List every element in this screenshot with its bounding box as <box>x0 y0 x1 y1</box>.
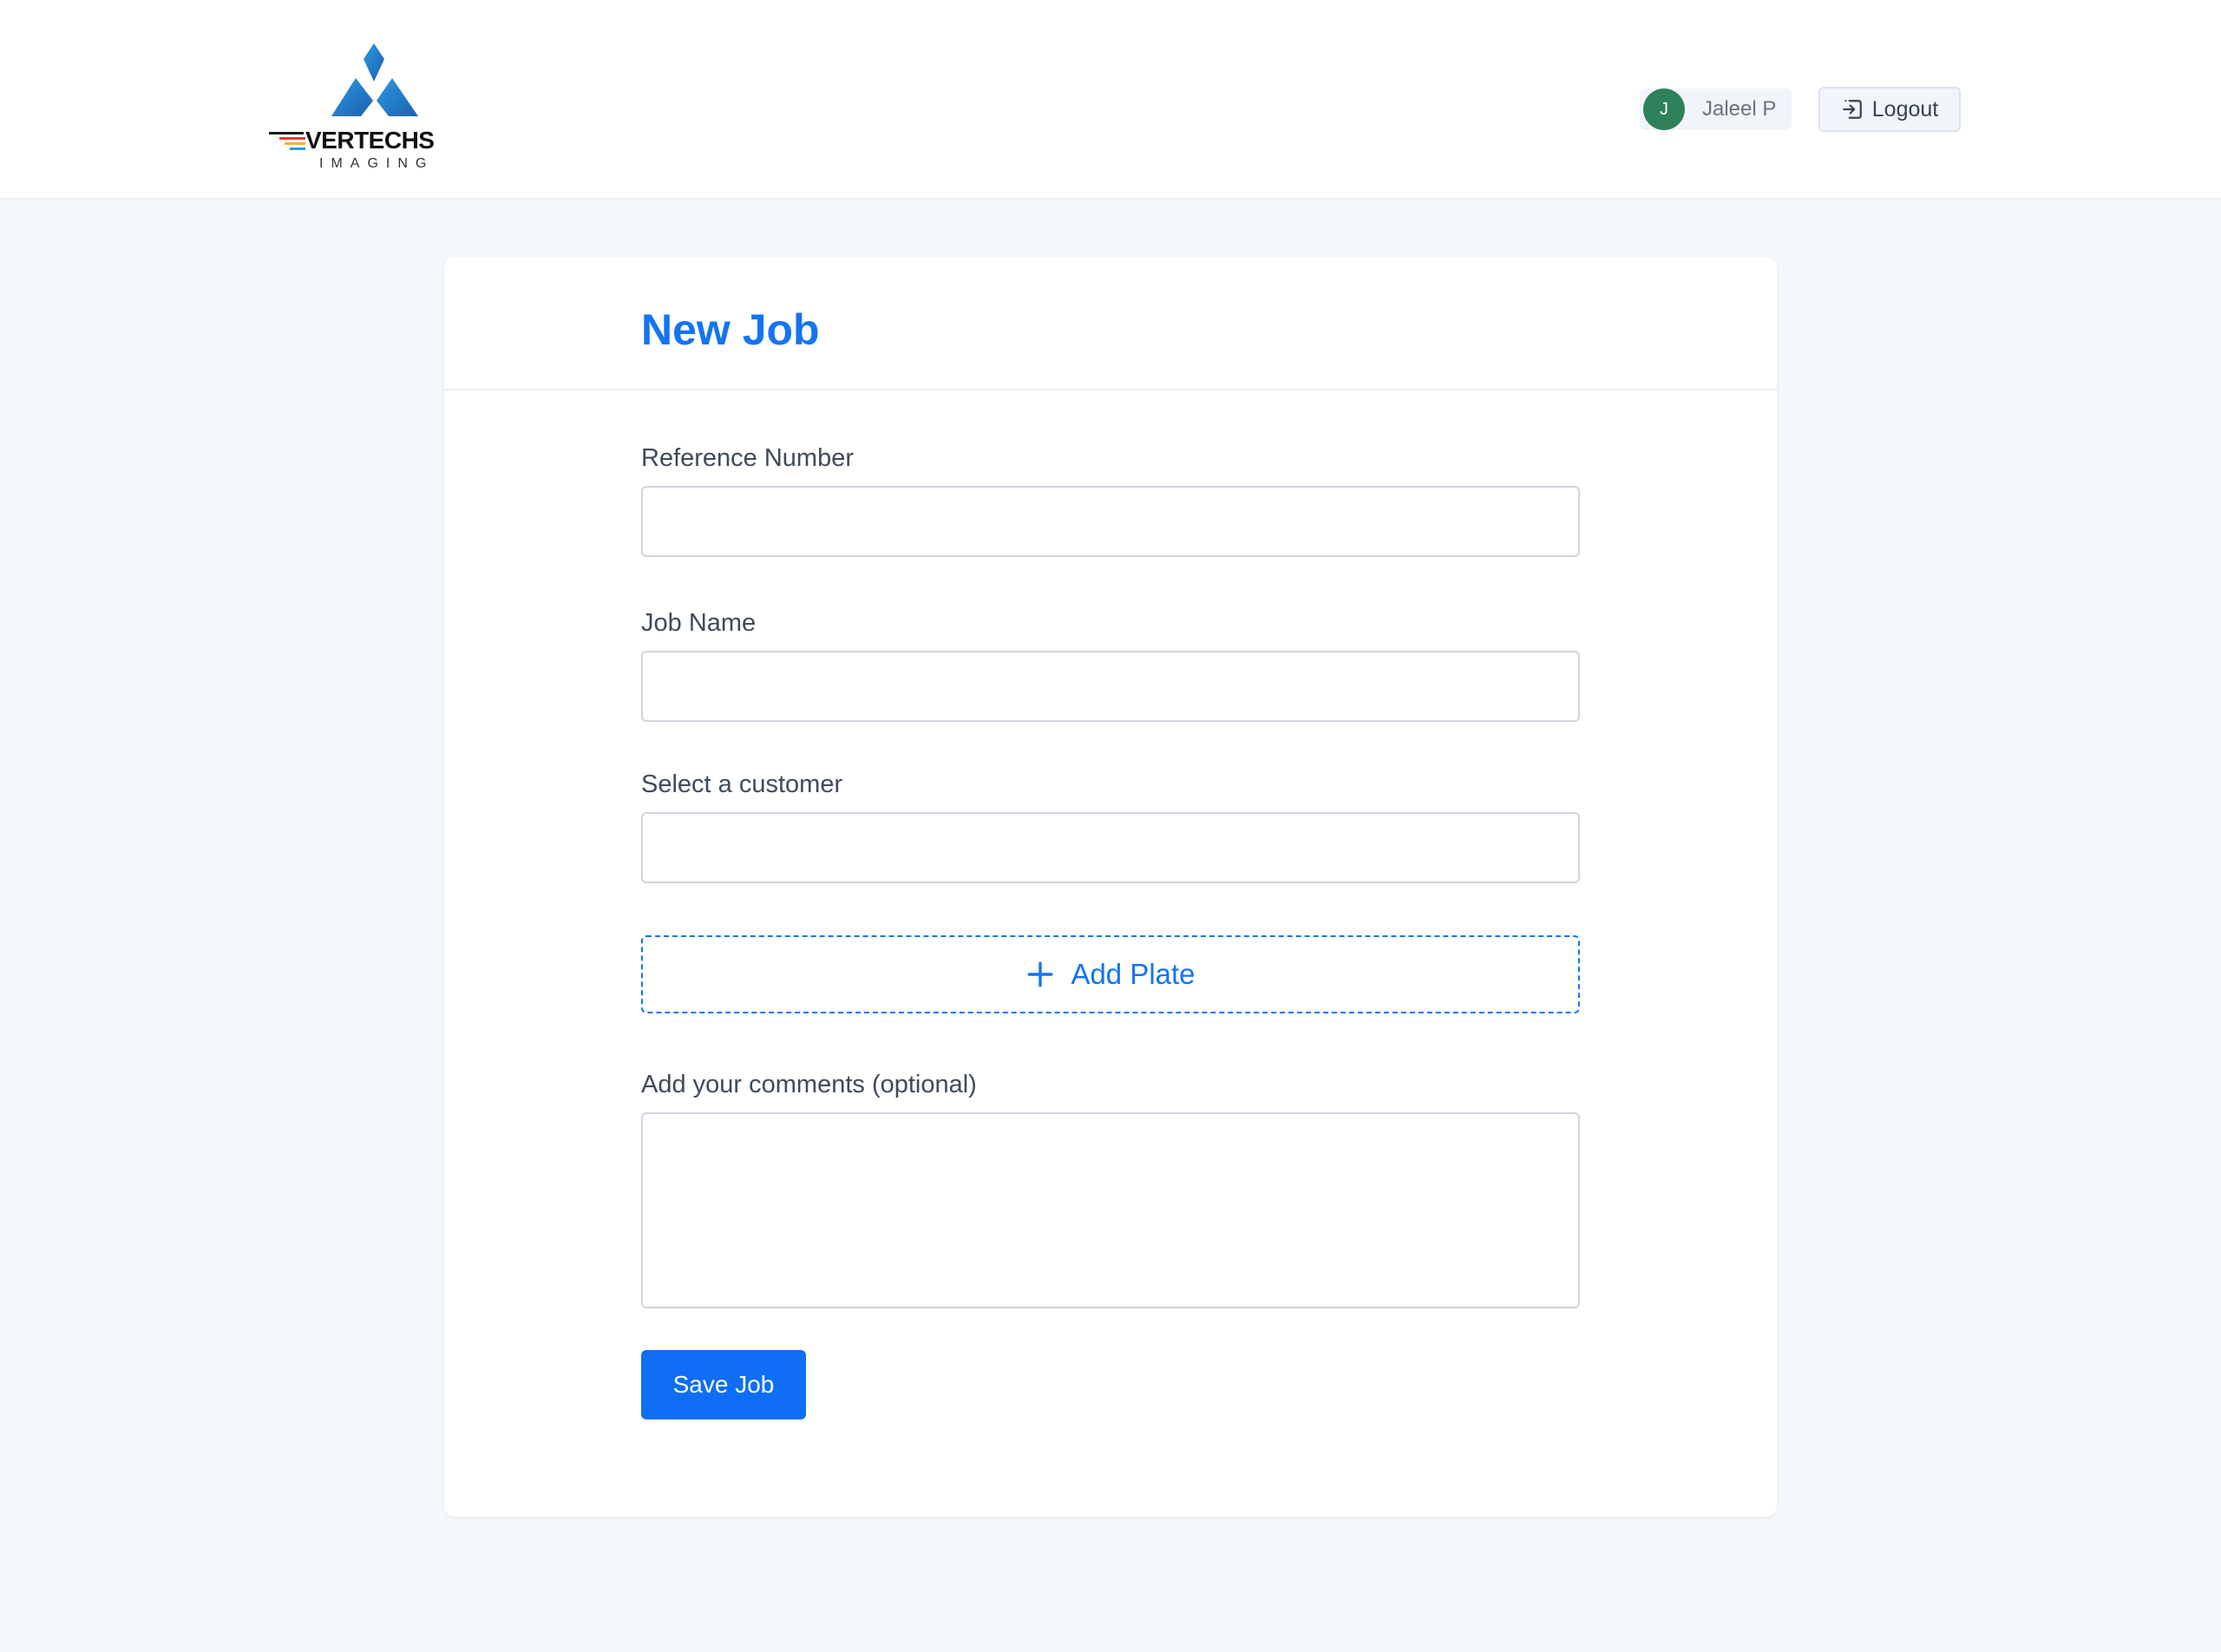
customer-label: Select a customer <box>641 770 843 798</box>
comments-textarea[interactable] <box>641 1112 1580 1308</box>
add-plate-button[interactable]: Add Plate <box>641 935 1580 1013</box>
new-job-card: New Job Reference Number Job Name Select… <box>444 257 1777 1517</box>
job-name-input[interactable] <box>641 651 1580 722</box>
card-header: New Job <box>444 257 1777 390</box>
reference-number-input[interactable] <box>641 486 1580 557</box>
logout-icon <box>1842 100 1862 119</box>
company-logo[interactable]: VERTECHS IMAGING <box>265 40 439 179</box>
avatar: J <box>1643 88 1685 130</box>
logout-label: Logout <box>1871 96 1939 121</box>
page-title: New Job <box>641 305 820 354</box>
comments-label: Add your comments (optional) <box>641 1071 977 1098</box>
logout-button[interactable]: Logout <box>1818 87 1961 132</box>
save-job-button[interactable]: Save Job <box>641 1350 806 1419</box>
user-name: Jaleel P <box>1702 97 1777 121</box>
logo-subtitle: IMAGING <box>319 156 435 171</box>
logo-wordmark: VERTECHS <box>305 127 435 154</box>
job-name-label: Job Name <box>641 609 757 637</box>
add-plate-label: Add Plate <box>1071 958 1196 990</box>
reference-number-label: Reference Number <box>641 444 854 472</box>
customer-select[interactable] <box>641 812 1580 883</box>
user-menu[interactable]: J Jaleel P <box>1640 88 1792 130</box>
top-header: VERTECHS IMAGING J Jaleel P Logout <box>0 0 2221 200</box>
plus-icon <box>1027 961 1053 987</box>
